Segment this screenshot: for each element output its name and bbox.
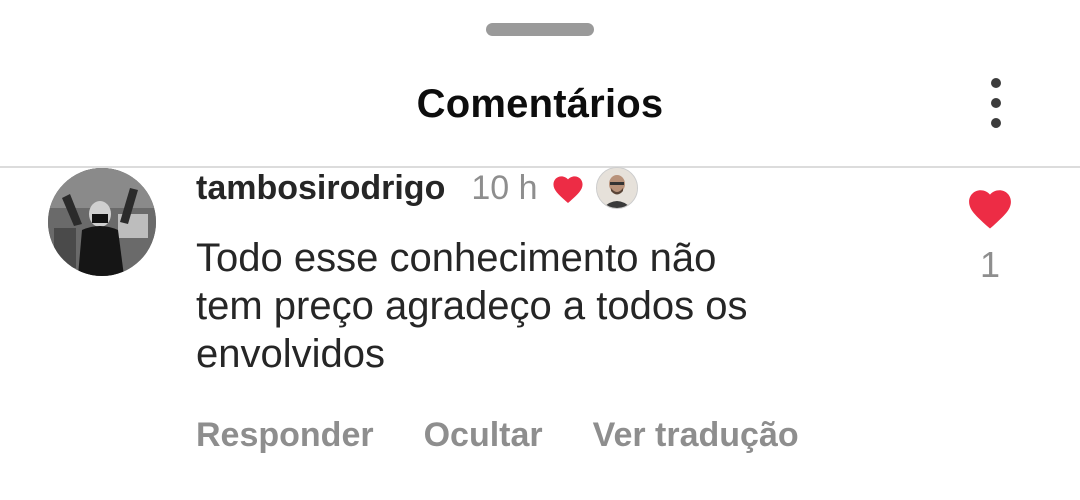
avatar-photo (48, 168, 156, 276)
comment-meta: tambosirodrigo 10 h (196, 167, 638, 209)
sheet-title: Comentários (416, 82, 664, 126)
creator-avatar (595, 167, 638, 209)
sheet-header: Comentários (0, 60, 1080, 150)
avatar[interactable] (48, 168, 156, 276)
heart-icon[interactable] (964, 184, 1016, 230)
comment-username[interactable]: tambosirodrigo (196, 169, 445, 208)
comment-text-line: tem preço agradeço a todos os (196, 284, 748, 328)
comment-like: 1 (962, 184, 1018, 286)
more-dot (991, 78, 1001, 88)
more-vertical-icon[interactable] (978, 78, 1014, 128)
comment-timestamp: 10 h (471, 168, 538, 207)
comment-text: Todo esse conhecimento não tem preço agr… (196, 234, 916, 378)
drag-handle[interactable] (486, 23, 594, 36)
more-dot (991, 118, 1001, 128)
like-count[interactable]: 1 (962, 244, 1018, 286)
see-translation-button[interactable]: Ver tradução (593, 416, 799, 455)
comment-actions: Responder Ocultar Ver tradução (196, 416, 849, 455)
creator-avatar-photo (596, 168, 637, 208)
comment-text-line: Todo esse conhecimento não (196, 236, 717, 280)
comment-item: tambosirodrigo 10 h Todo esse conhecimen… (0, 167, 1080, 500)
hide-button[interactable]: Ocultar (424, 416, 543, 455)
more-dot (991, 98, 1001, 108)
heart-icon (552, 176, 583, 203)
reply-button[interactable]: Responder (196, 416, 374, 455)
comments-sheet: Comentários tambosirodrigo 10 h Todo ess… (0, 0, 1080, 500)
comment-text-line: envolvidos (196, 332, 386, 376)
